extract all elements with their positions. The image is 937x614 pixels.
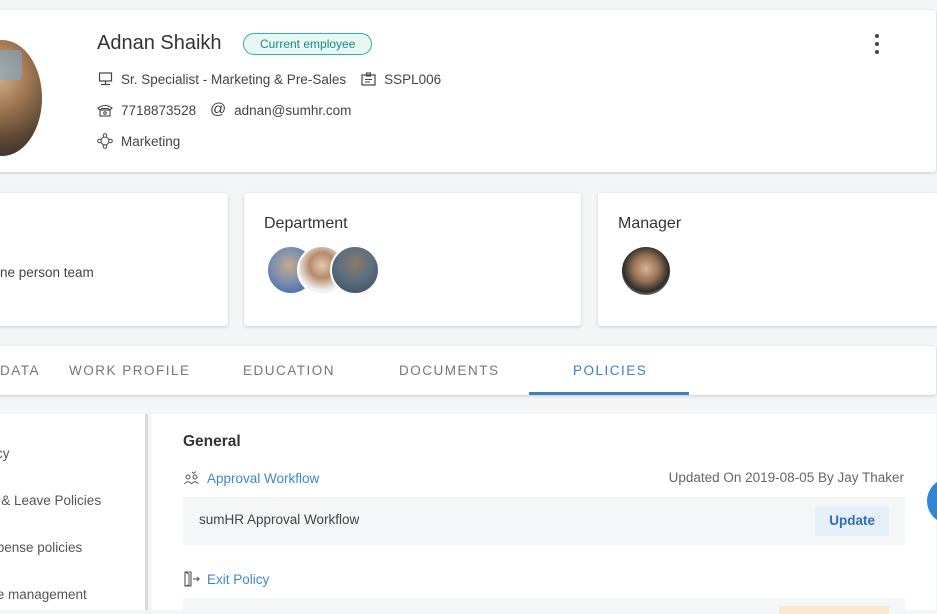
update-button[interactable] — [779, 606, 889, 614]
profile-card: Adnan Shaikh Current employee Sr. Specia… — [0, 10, 936, 172]
employee-name: Adnan Shaikh — [97, 32, 222, 54]
section-title: General — [183, 433, 241, 450]
policy-category-item[interactable]: ce management — [0, 587, 87, 602]
policy-content: General Approval Workflow Updated On 201… — [152, 414, 936, 614]
policy-row — [183, 598, 905, 614]
policy-category-item[interactable]: xpense policies — [0, 540, 82, 555]
update-button[interactable]: Update — [815, 506, 889, 536]
updated-info: Updated On 2019-08-05 By Jay Thaker — [668, 470, 904, 485]
department-member-avatar[interactable] — [330, 245, 380, 295]
designation-row: Sr. Specialist - Marketing & Pre-Sales S… — [97, 71, 455, 87]
status-badge: Current employee — [243, 33, 373, 55]
at-sign-icon: @ — [209, 101, 227, 118]
phone-text: 7718873528 — [121, 102, 197, 118]
employee-avatar — [0, 40, 42, 156]
team-card: ne person team — [0, 193, 228, 326]
department-card: Department — [244, 193, 581, 326]
monitor-icon — [97, 71, 113, 87]
manager-card: Manager — [598, 193, 937, 326]
department-row: Marketing — [97, 133, 194, 149]
tab-documents[interactable]: DOCUMENTS — [399, 363, 500, 378]
team-size-text: ne person team — [0, 265, 94, 280]
profile-tabs: DATA WORK PROFILE EDUCATION DOCUMENTS PO… — [0, 346, 936, 395]
policy-row-name: sumHR Approval Workflow — [199, 512, 360, 527]
policy-category-item[interactable]: licy — [0, 446, 10, 461]
policy-row: sumHR Approval Workflow Update — [183, 497, 905, 545]
active-tab-indicator — [529, 392, 689, 395]
people-icon — [183, 470, 201, 486]
department-text: Marketing — [121, 133, 181, 149]
org-network-icon — [97, 133, 113, 149]
tab-work-profile[interactable]: WORK PROFILE — [69, 363, 191, 378]
email-text[interactable]: adnan@sumhr.com — [234, 103, 351, 118]
policy-category-item[interactable]: e & Leave Policies — [0, 493, 101, 508]
more-options-button[interactable] — [872, 34, 882, 54]
approval-workflow-link[interactable]: Approval Workflow — [183, 470, 319, 486]
tab-education[interactable]: EDUCATION — [243, 363, 335, 378]
approval-workflow-label[interactable]: Approval Workflow — [207, 471, 319, 486]
exit-door-icon — [183, 571, 201, 587]
designation-text: Sr. Specialist - Marketing & Pre-Sales — [121, 71, 347, 87]
tab-data[interactable]: DATA — [0, 363, 40, 378]
tab-policies[interactable]: POLICIES — [573, 363, 647, 378]
exit-policy-label[interactable]: Exit Policy — [207, 572, 269, 587]
employee-id-text: SSPL006 — [384, 71, 442, 87]
department-card-title: Department — [264, 215, 348, 232]
id-card-icon — [360, 71, 376, 87]
manager-avatar[interactable] — [620, 245, 672, 297]
manager-card-title: Manager — [618, 215, 682, 232]
telephone-icon — [97, 102, 113, 118]
policy-category-list: licy e & Leave Policies xpense policies … — [0, 414, 148, 610]
contact-row: 7718873528 @ adnan@sumhr.com — [97, 101, 365, 118]
exit-policy-link[interactable]: Exit Policy — [183, 571, 269, 587]
